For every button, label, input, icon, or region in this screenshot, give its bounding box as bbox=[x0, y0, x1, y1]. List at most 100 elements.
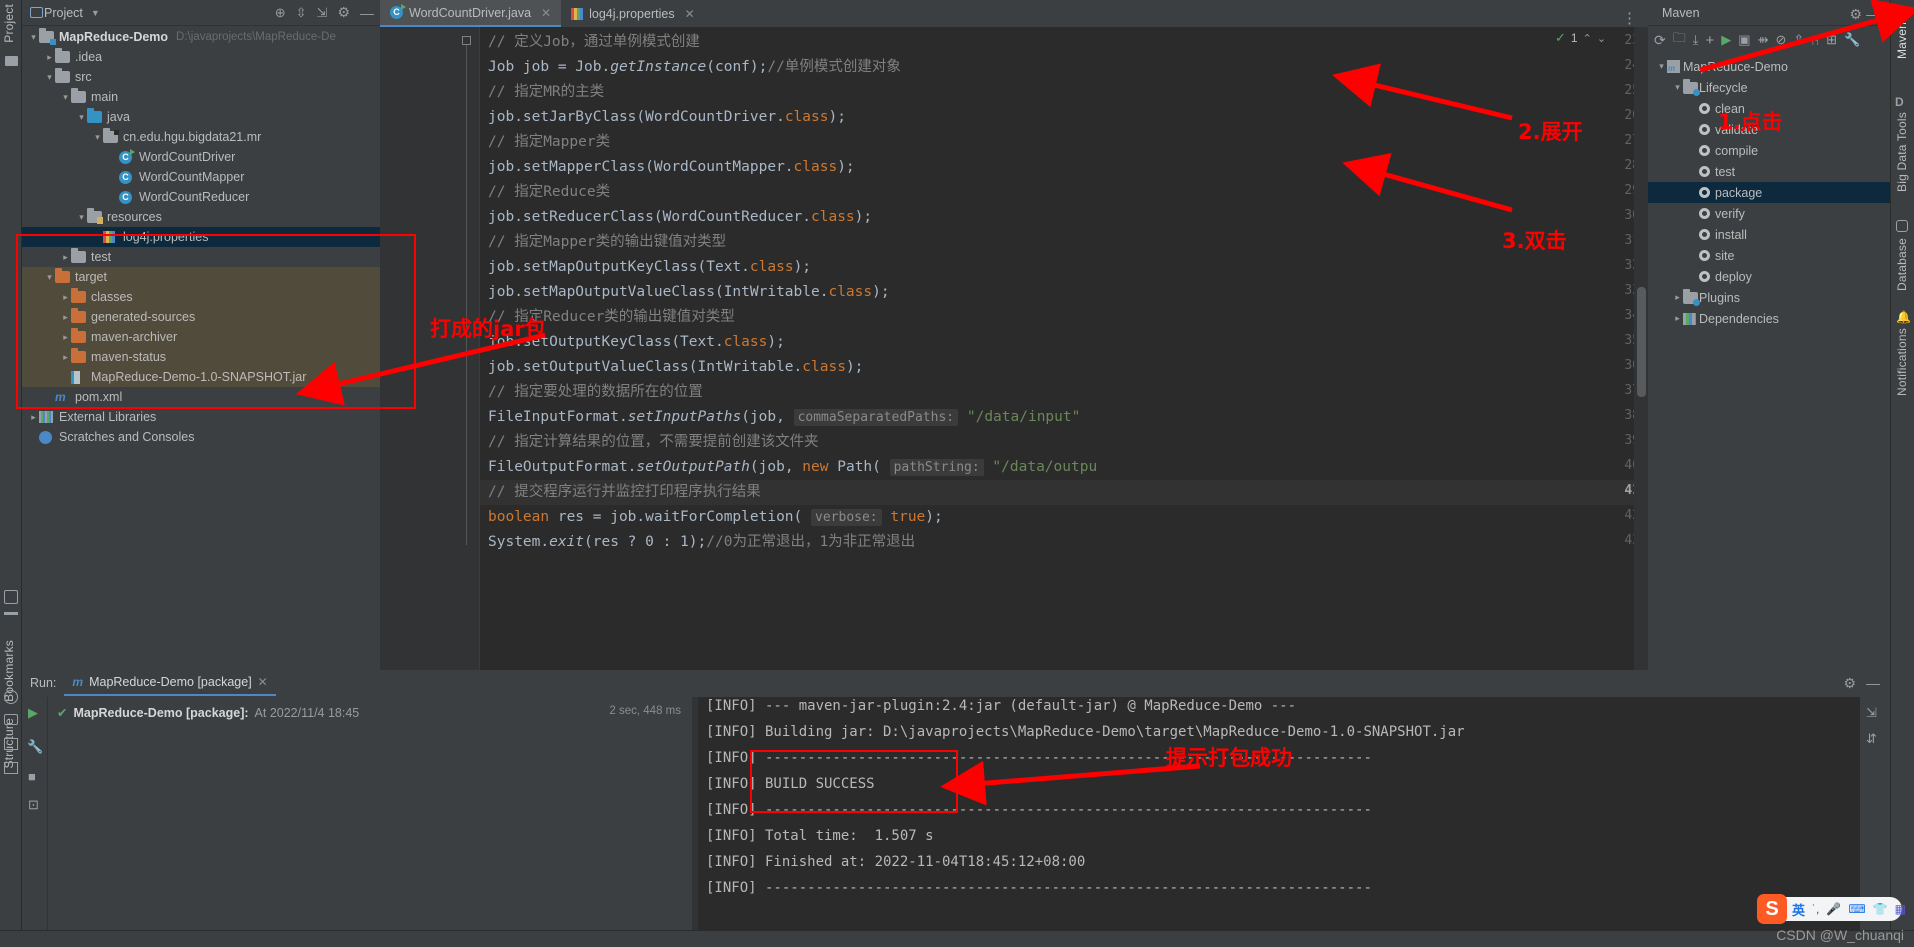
apps-icon[interactable]: ▦ bbox=[1895, 902, 1906, 916]
project-tree-item-generated-sources[interactable]: ▸ generated-sources bbox=[22, 307, 380, 327]
reload-icon[interactable]: ⟳ bbox=[1654, 32, 1666, 49]
project-tree-item-java[interactable]: ▾ java bbox=[22, 107, 380, 127]
chevron-down-icon[interactable]: ▾ bbox=[44, 72, 55, 83]
inspection-prev-icon[interactable]: ⌃ bbox=[1583, 32, 1592, 45]
chevron-down-icon[interactable]: ▼ bbox=[91, 8, 100, 18]
maven-tree-item-mapreduce-demo[interactable]: ▾ m MapReduce-Demo bbox=[1648, 56, 1890, 77]
show-dependencies-icon[interactable]: ⑁ bbox=[1811, 33, 1819, 48]
settings-icon[interactable]: ⚙ bbox=[337, 4, 350, 21]
fold-marker-icon[interactable] bbox=[462, 36, 471, 45]
chevron-down-icon[interactable]: ▾ bbox=[44, 272, 55, 283]
maven-tree-item-lifecycle[interactable]: ▾ Lifecycle bbox=[1648, 77, 1890, 98]
editor-scrollbar[interactable] bbox=[1634, 27, 1648, 670]
run-status-row[interactable]: ✔ MapReduce-Demo [package]: At 2022/11/4… bbox=[57, 705, 359, 721]
wrench-icon[interactable]: 🔧 bbox=[27, 739, 43, 755]
chevron-down-icon[interactable]: ▾ bbox=[92, 132, 103, 143]
chevron-right-icon[interactable]: ▸ bbox=[28, 412, 39, 423]
chevron-right-icon[interactable]: ▸ bbox=[60, 292, 71, 303]
chevron-down-icon[interactable]: ▾ bbox=[60, 92, 71, 103]
maven-tree-item-site[interactable]: site bbox=[1648, 245, 1890, 266]
maven-tools-icon[interactable]: 🔧 bbox=[1844, 32, 1860, 48]
tool-button-maven[interactable]: Maven bbox=[1895, 22, 1909, 64]
code-folding-column[interactable] bbox=[454, 27, 480, 670]
project-tree-item-wordcountdriver[interactable]: C WordCountDriver bbox=[22, 147, 380, 167]
maven-toolbar[interactable]: ⟳ 🗀 ⤓ + ▶ ▣ ⇻ ⊘ ⇳ ⑁ ⊞ 🔧 bbox=[1648, 26, 1890, 54]
project-tree-item-external-libraries[interactable]: ▸ External Libraries bbox=[22, 407, 380, 427]
chevron-right-icon[interactable]: ▸ bbox=[1672, 313, 1683, 324]
show-diagram-icon[interactable]: ⊞ bbox=[1826, 32, 1837, 48]
project-tree-item-src[interactable]: ▾ src bbox=[22, 67, 380, 87]
run-hide-icon[interactable]: — bbox=[1866, 675, 1880, 692]
microphone-icon[interactable]: 🎤 bbox=[1826, 902, 1841, 916]
project-tree-item-maven-status[interactable]: ▸ maven-status bbox=[22, 347, 380, 367]
tool-button-notifications[interactable]: Notifications bbox=[1895, 328, 1909, 401]
chevron-right-icon[interactable]: ▸ bbox=[1672, 292, 1683, 303]
execute-goal-icon[interactable]: ▣ bbox=[1738, 32, 1750, 48]
project-tree-item-mapreduce-demo[interactable]: ▾ MapReduce-Demo D:\javaprojects\MapReduce… bbox=[22, 27, 380, 47]
more-options-icon[interactable]: ⋮ bbox=[1622, 9, 1638, 27]
code-editor[interactable]: 23// 定义Job，通过单例模式创建 24 Job job = Job.getIn… bbox=[380, 27, 1648, 670]
chevron-right-icon[interactable]: ▸ bbox=[60, 252, 71, 263]
wrench-icon[interactable] bbox=[4, 590, 18, 604]
project-tree-item-main[interactable]: ▾ main bbox=[22, 87, 380, 107]
project-tree-item-wordcountmapper[interactable]: C WordCountMapper bbox=[22, 167, 380, 187]
ime-language-label[interactable]: 英 bbox=[1792, 900, 1805, 919]
hide-icon[interactable]: — bbox=[360, 5, 374, 21]
maven-tree-item-verify[interactable]: verify bbox=[1648, 203, 1890, 224]
close-icon[interactable]: ✕ bbox=[685, 7, 695, 21]
project-tree-item-log4j-properties[interactable]: log4j.properties bbox=[22, 227, 380, 247]
inspection-widget[interactable]: ✓ 1 ⌃ ⌄ bbox=[1555, 30, 1606, 46]
maven-tree-item-dependencies[interactable]: ▸ Dependencies bbox=[1648, 308, 1890, 329]
maven-settings-icon[interactable]: ⚙ bbox=[1849, 6, 1862, 23]
download-sources-icon[interactable]: ⤓ bbox=[1693, 32, 1699, 48]
project-tree[interactable]: ▾ MapReduce-Demo D:\javaprojects\MapReduce… bbox=[22, 27, 380, 670]
punctuation-icon[interactable]: ˙, bbox=[1812, 902, 1819, 916]
editor-tab-log4j-properties[interactable]: log4j.properties ✕ bbox=[561, 0, 705, 27]
maven-tree[interactable]: ▾ m MapReduce-Demo ▾ Lifecycle clean validate c… bbox=[1648, 56, 1890, 670]
keyboard-icon[interactable]: ⌨ bbox=[1848, 902, 1865, 916]
chevron-down-icon[interactable]: ▾ bbox=[76, 212, 87, 223]
stop-icon[interactable]: ■ bbox=[28, 769, 36, 784]
editor-tab-overflow[interactable]: ⋮ bbox=[1622, 9, 1648, 27]
tool-button-project[interactable]: Project bbox=[2, 4, 16, 43]
camera-icon[interactable] bbox=[4, 714, 18, 725]
maven-tree-item-install[interactable]: install bbox=[1648, 224, 1890, 245]
chevron-down-icon[interactable]: ▾ bbox=[76, 112, 87, 123]
scroll-to-end-icon[interactable]: ⇵ bbox=[1866, 731, 1877, 747]
maven-tree-item-package[interactable]: package bbox=[1648, 182, 1890, 203]
sogou-ime-logo-icon[interactable]: S bbox=[1757, 894, 1787, 924]
editor-scrollbar-thumb[interactable] bbox=[1637, 287, 1646, 397]
close-icon[interactable]: ✕ bbox=[541, 6, 551, 20]
collapse-all-icon[interactable]: ⇳ bbox=[1793, 32, 1804, 48]
project-tree-item-classes[interactable]: ▸ classes bbox=[22, 287, 380, 307]
maven-tree-item-deploy[interactable]: deploy bbox=[1648, 266, 1890, 287]
close-icon[interactable]: ✕ bbox=[258, 675, 268, 689]
project-tree-item-resources[interactable]: ▾ resources bbox=[22, 207, 380, 227]
soft-wrap-icon[interactable]: ⇲ bbox=[1866, 705, 1877, 721]
chevron-down-icon[interactable]: ▾ bbox=[28, 32, 39, 43]
project-tree-item-wordcountreducer[interactable]: C WordCountReducer bbox=[22, 187, 380, 207]
collapse-all-icon[interactable]: ⇳ bbox=[296, 5, 307, 21]
skip-tests-icon[interactable]: ⇻ bbox=[1758, 32, 1769, 48]
run-tab-mapreduce-demo-package[interactable]: m MapReduce-Demo [package] ✕ bbox=[64, 670, 276, 696]
maven-hide-icon[interactable]: — bbox=[1866, 6, 1880, 22]
locate-icon[interactable]: ⊕ bbox=[275, 5, 286, 21]
skin-icon[interactable]: 👕 bbox=[1873, 902, 1888, 916]
maven-tree-item-plugins[interactable]: ▸ Plugins bbox=[1648, 287, 1890, 308]
project-tree-item-test[interactable]: ▸ test bbox=[22, 247, 380, 267]
project-tree-item-scratches-and-consoles[interactable]: Scratches and Consoles bbox=[22, 427, 380, 447]
toggle-offline-icon[interactable]: ⊘ bbox=[1775, 32, 1786, 48]
chevron-down-icon[interactable]: ▾ bbox=[1656, 61, 1667, 72]
chevron-right-icon[interactable]: ▸ bbox=[60, 312, 71, 323]
run-icon[interactable]: ▶ bbox=[1721, 32, 1731, 48]
project-tree-item-mapreduce-demo-1-0-snapshot-jar[interactable]: MapReduce-Demo-1.0-SNAPSHOT.jar bbox=[22, 367, 380, 387]
editor-tab-bar[interactable]: C WordCountDriver.java ✕ log4j.properties ✕ ⋮ bbox=[380, 0, 1648, 27]
rerun-icon[interactable]: ▶ bbox=[28, 705, 38, 721]
maven-tree-item-test[interactable]: test bbox=[1648, 161, 1890, 182]
inspection-next-icon[interactable]: ⌄ bbox=[1597, 32, 1606, 45]
pin-icon[interactable]: ⊡ bbox=[28, 797, 39, 813]
expand-all-icon[interactable]: ⇲ bbox=[317, 5, 328, 21]
add-module-icon[interactable]: 🗀 bbox=[1673, 29, 1686, 51]
run-tree-column[interactable]: ✔ MapReduce-Demo [package]: At 2022/11/4… bbox=[49, 697, 691, 947]
run-settings-icon[interactable]: ⚙ bbox=[1843, 675, 1856, 692]
